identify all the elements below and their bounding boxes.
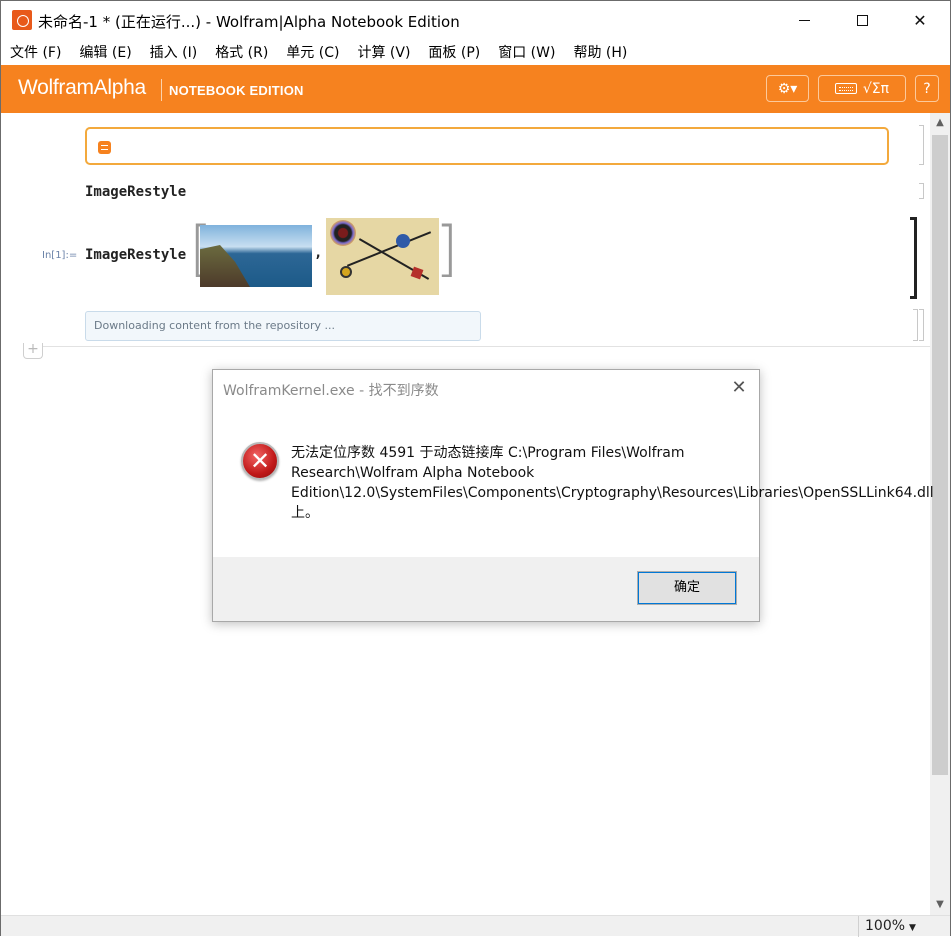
cell-bracket[interactable] bbox=[913, 309, 918, 341]
menu-window[interactable]: 窗口 (W) bbox=[498, 42, 555, 62]
menu-file[interactable]: 文件 (F) bbox=[10, 42, 61, 62]
brand-divider bbox=[161, 79, 162, 101]
brand-logo: WolframAlpha bbox=[18, 76, 146, 99]
group-bracket[interactable] bbox=[919, 309, 924, 341]
menu-help[interactable]: 帮助 (H) bbox=[573, 42, 627, 62]
menu-palettes[interactable]: 面板 (P) bbox=[428, 42, 480, 62]
maximize-button[interactable] bbox=[833, 1, 891, 39]
function-name: ImageRestyle bbox=[85, 247, 187, 263]
cell-bracket[interactable] bbox=[919, 183, 924, 199]
minimize-button[interactable] bbox=[775, 1, 833, 39]
scroll-thumb[interactable] bbox=[932, 135, 948, 775]
input-label: In[1]:= bbox=[42, 250, 78, 261]
add-cell-button[interactable]: + bbox=[23, 342, 43, 359]
app-icon[interactable] bbox=[12, 10, 32, 30]
dialog-close-icon[interactable]: ✕ bbox=[727, 376, 751, 400]
active-cell-bracket[interactable] bbox=[910, 217, 917, 299]
menu-edit[interactable]: 编辑 (E) bbox=[79, 42, 131, 62]
vertical-scrollbar[interactable]: ▲ ▼ bbox=[930, 113, 950, 915]
dialog-footer: 确定 bbox=[213, 557, 759, 621]
brand-subtitle: NOTEBOOK EDITION bbox=[169, 83, 304, 98]
close-bracket: ] bbox=[435, 214, 459, 284]
close-button[interactable]: ✕ bbox=[891, 1, 949, 39]
menu-cell[interactable]: 单元 (C) bbox=[286, 42, 339, 62]
help-button[interactable]: ? bbox=[915, 75, 939, 102]
cell-insertion-line bbox=[43, 346, 930, 347]
cell-bracket[interactable] bbox=[919, 125, 924, 165]
menu-format[interactable]: 格式 (R) bbox=[215, 42, 268, 62]
dialog-title: WolframKernel.exe - 找不到序数 bbox=[223, 383, 439, 399]
app-window: 未命名-1 * (正在运行...) - Wolfram|Alpha Notebo… bbox=[0, 0, 951, 937]
wolfram-toolbar: WolframAlpha NOTEBOOK EDITION ⚙▾ √Σπ ? bbox=[1, 65, 950, 113]
dialog-message: 无法定位序数 4591 于动态链接库 C:\Program Files\Wolf… bbox=[291, 445, 934, 521]
argument-comma: , bbox=[314, 245, 323, 261]
wolfram-input-icon bbox=[98, 141, 111, 154]
gear-icon: ⚙▾ bbox=[777, 80, 798, 97]
close-icon: ✕ bbox=[913, 10, 927, 30]
menu-evaluation[interactable]: 计算 (V) bbox=[357, 42, 410, 62]
minimize-icon bbox=[798, 19, 810, 21]
help-label: ? bbox=[923, 80, 931, 97]
menu-insert[interactable]: 插入 (I) bbox=[150, 42, 198, 62]
download-status: Downloading content from the repository … bbox=[85, 311, 481, 341]
chevron-down-icon: ▼ bbox=[909, 923, 916, 933]
settings-button[interactable]: ⚙▾ bbox=[766, 75, 809, 102]
math-symbols-label: √Σπ bbox=[862, 80, 890, 97]
free-form-input[interactable] bbox=[85, 127, 889, 165]
seascape-image[interactable] bbox=[200, 225, 312, 287]
scroll-up-icon[interactable]: ▲ bbox=[930, 113, 950, 133]
error-icon: ✕ bbox=[241, 442, 279, 480]
zoom-value: 100% bbox=[865, 918, 906, 934]
error-dialog: WolframKernel.exe - 找不到序数 ✕ ✕ 无法定位序数 459… bbox=[212, 369, 934, 622]
keyboard-icon bbox=[834, 83, 857, 94]
menu-bar: 文件 (F) 编辑 (E) 插入 (I) 格式 (R) 单元 (C) 计算 (V… bbox=[1, 39, 950, 65]
abstract-painting-image[interactable] bbox=[326, 218, 439, 295]
math-palette-button[interactable]: √Σπ bbox=[818, 75, 906, 102]
title-bar: 未命名-1 * (正在运行...) - Wolfram|Alpha Notebo… bbox=[1, 1, 950, 39]
window-title: 未命名-1 * (正在运行...) - Wolfram|Alpha Notebo… bbox=[38, 13, 460, 31]
ok-button[interactable]: 确定 bbox=[637, 571, 737, 605]
maximize-icon bbox=[856, 14, 868, 26]
status-bar: 100% ▼ bbox=[1, 915, 950, 937]
text-cell[interactable]: ImageRestyle bbox=[85, 184, 186, 200]
zoom-selector[interactable]: 100% ▼ bbox=[858, 916, 930, 937]
scroll-down-icon[interactable]: ▼ bbox=[930, 895, 950, 915]
